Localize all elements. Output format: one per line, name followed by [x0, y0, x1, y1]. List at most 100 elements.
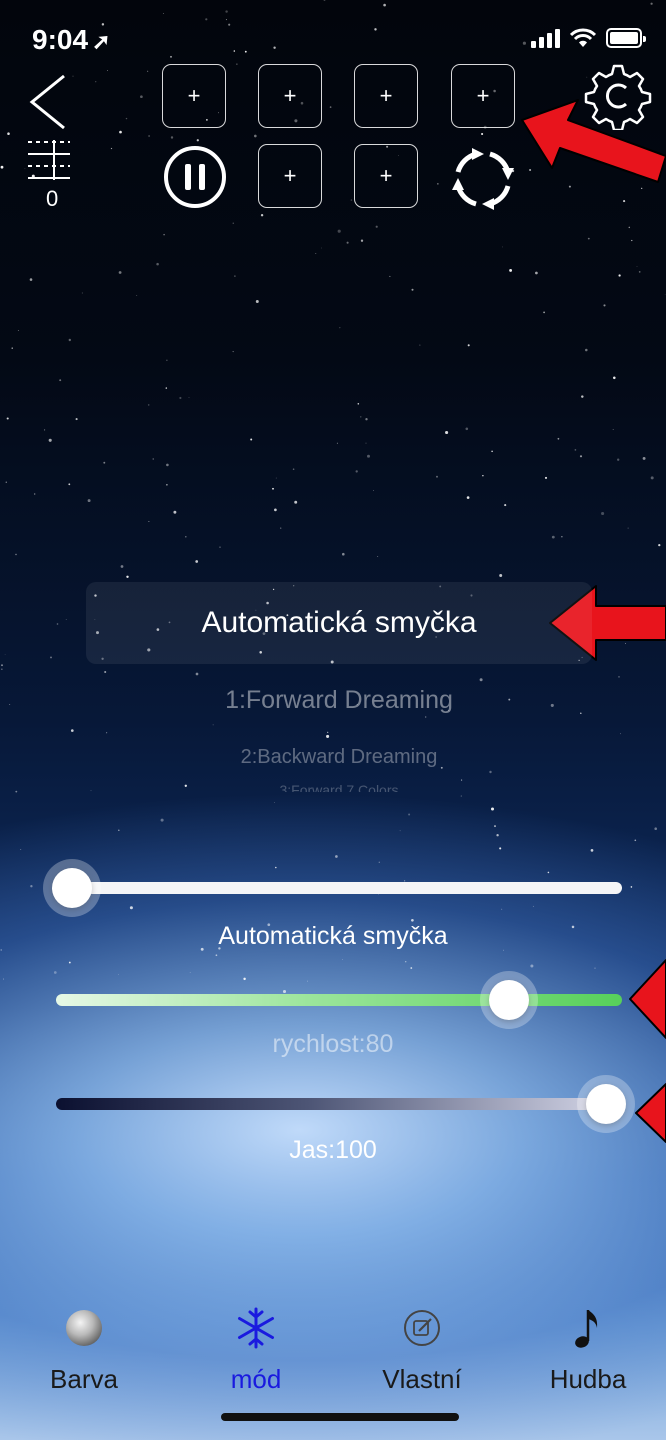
star-dot [581, 395, 584, 398]
star-dot [585, 348, 588, 352]
star-dot [544, 476, 548, 479]
star-dot [1, 664, 3, 667]
star-dot [148, 521, 150, 522]
star-dot [551, 535, 555, 539]
mode-slider-knob[interactable] [52, 868, 92, 908]
star-dot [501, 908, 503, 910]
brightness-slider-knob[interactable] [586, 1084, 626, 1124]
star-dot [68, 961, 71, 964]
star-dot [574, 449, 577, 451]
star-dot [594, 967, 596, 969]
star-dot [244, 50, 247, 53]
star-dot [378, 861, 380, 863]
star-dot [404, 960, 407, 963]
star-dot [664, 294, 666, 295]
preset-button-5[interactable]: + [258, 144, 322, 208]
preset-button-1[interactable]: + [162, 64, 226, 128]
star-dot [260, 214, 264, 217]
star-dot [336, 442, 338, 444]
star-dot [275, 477, 277, 479]
star-dot [7, 132, 10, 135]
star-dot [104, 670, 107, 674]
star-dot [119, 130, 122, 134]
preset-button-6[interactable]: + [354, 144, 418, 208]
star-dot [103, 461, 106, 464]
star-dot [620, 733, 621, 735]
star-dot [496, 834, 499, 837]
star-dot [70, 729, 74, 732]
star-dot [509, 268, 513, 272]
tab-label: Vlastní [382, 1364, 462, 1394]
star-dot [335, 855, 338, 858]
preset-button-3[interactable]: + [354, 64, 418, 128]
star-dot [618, 274, 621, 277]
mode-slider-track[interactable] [56, 882, 622, 894]
star-dot [185, 536, 187, 538]
star-dot [321, 247, 322, 249]
starfield-background [0, 0, 666, 994]
star-dot [329, 106, 332, 108]
mode-picker-selected[interactable]: Automatická smyčka [86, 582, 592, 664]
star-dot [59, 379, 62, 382]
tab-hudba[interactable]: Hudba [518, 1306, 658, 1395]
star-dot [205, 18, 208, 21]
mode-picker-item[interactable]: 3:Forward 7 Colors [86, 782, 592, 792]
star-dot [419, 344, 421, 346]
star-dot [499, 847, 502, 850]
star-dot [499, 574, 503, 577]
tab-mod[interactable]: mód [186, 1306, 326, 1395]
edit-icon [352, 1306, 492, 1350]
star-dot [95, 81, 97, 83]
star-dot [160, 818, 164, 822]
star-dot [280, 527, 282, 529]
pause-circle-icon[interactable] [162, 144, 228, 210]
tab-barva[interactable]: Barva [14, 1306, 154, 1395]
star-dot [365, 418, 368, 421]
tab-vlastni[interactable]: Vlastní [352, 1306, 492, 1395]
star-dot [68, 338, 71, 342]
star-dot [425, 716, 427, 718]
star-dot [360, 416, 362, 418]
star-dot [360, 239, 364, 242]
star-dot [228, 23, 231, 26]
star-dot [75, 418, 78, 421]
star-dot [196, 139, 199, 142]
star-dot [543, 311, 545, 314]
star-dot [654, 827, 657, 830]
home-indicator[interactable] [221, 1413, 459, 1421]
mode-picker-item[interactable]: 2:Backward Dreaming [86, 746, 592, 769]
star-dot [612, 428, 614, 431]
back-chevron-icon[interactable] [22, 70, 76, 130]
star-dot [373, 489, 374, 491]
star-dot [623, 200, 626, 203]
status-time-text: 9:04 [32, 24, 89, 55]
mode-picker-item[interactable]: 1:Forward Dreaming [86, 686, 592, 715]
star-dot [232, 351, 234, 353]
preset-button-2[interactable]: + [258, 64, 322, 128]
star-dot [636, 266, 638, 268]
star-dot [118, 829, 120, 831]
star-dot [125, 117, 128, 120]
cycle-arrows-icon[interactable] [450, 146, 516, 212]
star-dot [374, 28, 377, 31]
star-dot [148, 135, 150, 137]
speed-slider-track[interactable] [56, 994, 622, 1006]
star-dot [107, 70, 108, 71]
preset-button-4[interactable]: + [451, 64, 515, 128]
star-dot [357, 403, 360, 405]
star-dot [326, 734, 330, 738]
star-dot [491, 450, 493, 453]
star-dot [5, 481, 7, 483]
star-dot [225, 10, 228, 13]
star-dot [170, 136, 174, 139]
star-dot [522, 41, 526, 45]
brightness-slider-track[interactable] [56, 1098, 622, 1110]
star-dot [272, 487, 274, 490]
star-dot [243, 977, 246, 981]
speed-slider-knob[interactable] [488, 980, 529, 1020]
star-dot [11, 347, 13, 349]
annotation-arrow-icon [521, 99, 666, 183]
star-dot [117, 974, 119, 976]
star-dot [479, 678, 483, 682]
star-dot [233, 50, 236, 52]
